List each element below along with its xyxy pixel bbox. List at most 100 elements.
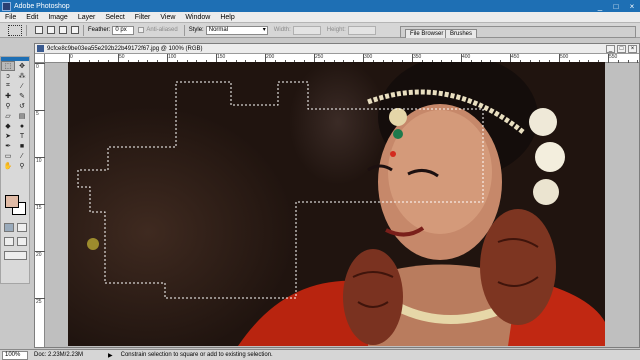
healing-brush-tool-icon[interactable]: ✚ (1, 91, 15, 101)
tool-preset-picker[interactable] (8, 24, 22, 36)
photo-artwork (77, 62, 605, 346)
history-brush-tool-icon[interactable]: ↺ (15, 101, 29, 111)
status-hint: Constrain selection to square or add to … (120, 352, 273, 358)
width-input[interactable] (292, 25, 321, 35)
clone-stamp-tool-icon[interactable]: ⚲ (1, 101, 15, 111)
ruler-v-tick (35, 110, 45, 111)
menu-view[interactable]: View (155, 12, 180, 23)
ruler-v-label: 5 (36, 111, 39, 117)
dodge-tool-icon[interactable]: ● (15, 121, 29, 131)
menu-select[interactable]: Select (100, 12, 129, 23)
doc-close-button[interactable]: × (628, 44, 637, 53)
path-selection-tool-icon[interactable]: ➤ (1, 131, 15, 141)
image-canvas[interactable] (68, 62, 605, 346)
doc-minimize-button[interactable]: _ (606, 44, 615, 53)
document-title: 9cfce8c9be03ea55e292b22b49172f67.jpg @ 1… (47, 45, 203, 52)
ruler-h-label: 450 (511, 54, 520, 60)
window-controls: _ □ × (592, 0, 640, 12)
ruler-h-label: 100 (168, 54, 177, 60)
ruler-h-label: 400 (462, 54, 471, 60)
ruler-h-tick (608, 54, 609, 63)
new-selection-mode-button[interactable] (35, 26, 43, 34)
quick-mask-mode-button[interactable] (17, 223, 27, 232)
brush-tool-icon[interactable]: ✎ (15, 91, 29, 101)
document-controls: _ □ × (606, 44, 637, 53)
ruler-h-label: 550 (609, 54, 618, 60)
eyedropper-tool-icon[interactable]: ⁄ (15, 151, 29, 161)
ruler-v-label: 25 (36, 299, 42, 305)
lasso-tool-icon[interactable]: ↄ (1, 71, 15, 81)
play-icon[interactable]: ▶ (108, 352, 113, 359)
minimize-button[interactable]: _ (592, 0, 608, 12)
style-select[interactable]: Normal ▾ (205, 25, 268, 35)
zoom-tool-icon[interactable]: ⚲ (15, 161, 29, 171)
eraser-tool-icon[interactable]: ▱ (1, 111, 15, 121)
type-tool-icon[interactable]: T (15, 131, 29, 141)
menu-help[interactable]: Help (215, 12, 239, 23)
ruler-h-label: 200 (266, 54, 275, 60)
foreground-color-swatch[interactable] (5, 195, 19, 208)
photoshop-app-icon (2, 1, 11, 11)
imageready-row (4, 251, 27, 260)
close-button[interactable]: × (624, 0, 640, 12)
antialiased-label: Anti-aliased (146, 27, 178, 33)
menu-filter[interactable]: Filter (130, 12, 156, 23)
standard-mode-button[interactable] (4, 223, 14, 232)
feather-input[interactable]: 0 px (112, 25, 135, 35)
maximize-button[interactable]: □ (608, 0, 624, 12)
document-title-bar[interactable]: 9cfce8c9be03ea55e292b22b49172f67.jpg @ 1… (35, 44, 639, 54)
height-input[interactable] (347, 25, 376, 35)
shape-tool-icon[interactable]: ■ (15, 141, 29, 151)
window-title: Adobe Photoshop (14, 2, 70, 10)
move-tool-icon[interactable]: ✥ (15, 61, 29, 71)
ruler-h-label: 0 (70, 54, 73, 60)
menu-image[interactable]: Image (43, 12, 72, 23)
menu-file[interactable]: File (0, 12, 21, 23)
menu-edit[interactable]: Edit (21, 12, 43, 23)
style-select-value: Normal (208, 26, 229, 33)
ruler-origin[interactable] (35, 54, 45, 63)
ruler-v-tick (35, 157, 45, 158)
ruler-v-label: 10 (36, 158, 42, 164)
document-size-info: Doc: 2.23M/2.23M (34, 352, 84, 358)
pen-tool-icon[interactable]: ✒ (1, 141, 15, 151)
gradient-tool-icon[interactable]: ▤ (15, 111, 29, 121)
menu-layer[interactable]: Layer (73, 12, 101, 23)
notes-tool-icon[interactable]: ▭ (1, 151, 15, 161)
zoom-field[interactable]: 100% (2, 350, 28, 360)
slice-tool-icon[interactable]: ∕ (15, 81, 29, 91)
rectangular-marquee-tool-icon[interactable]: ⬚ (1, 61, 15, 71)
ruler-h-label: 300 (364, 54, 373, 60)
ruler-h-minor-tick (627, 60, 629, 63)
tab-file-browser[interactable]: File Browser (405, 29, 449, 38)
jump-to-imageready-button[interactable] (4, 251, 27, 260)
blur-tool-icon[interactable]: ◆ (1, 121, 15, 131)
crop-tool-icon[interactable]: ⌗ (1, 81, 15, 91)
ruler-h-label: 50 (119, 54, 125, 60)
subtract-selection-mode-button[interactable] (59, 26, 67, 34)
separator (26, 24, 27, 36)
doc-maximize-button[interactable]: □ (617, 44, 626, 53)
standard-screen-mode-button[interactable] (4, 237, 14, 246)
title-bar: Adobe Photoshop _ □ × (0, 0, 640, 12)
tab-brushes[interactable]: Brushes (445, 29, 478, 38)
add-selection-mode-button[interactable] (47, 26, 55, 34)
separator (83, 24, 84, 36)
ruler-h-label: 250 (315, 54, 324, 60)
chevron-down-icon: ▾ (262, 26, 266, 33)
antialiased-checkbox[interactable] (138, 27, 145, 33)
toolbox: ⬚ ✥ ↄ ⁂ ⌗ ∕ ✚ ✎ ⚲ ↺ ▱ ▤ ◆ ● ➤ T ✒ ■ ▭ ⁄ … (0, 56, 30, 284)
hand-tool-icon[interactable]: ✋ (1, 161, 15, 171)
intersect-selection-mode-button[interactable] (71, 26, 79, 34)
vertical-ruler[interactable]: 0 5 10 15 20 25 (35, 63, 45, 347)
ruler-v-tick (35, 298, 45, 299)
ruler-h-label: 500 (560, 54, 569, 60)
ruler-v-label: 0 (36, 64, 39, 70)
height-label: Height: (326, 27, 346, 33)
magic-wand-tool-icon[interactable]: ⁂ (15, 71, 29, 81)
full-screen-menu-mode-button[interactable] (17, 237, 27, 246)
separator (183, 24, 185, 36)
ruler-v-tick (35, 251, 45, 252)
ruler-v-label: 20 (36, 252, 42, 258)
menu-window[interactable]: Window (180, 12, 215, 23)
